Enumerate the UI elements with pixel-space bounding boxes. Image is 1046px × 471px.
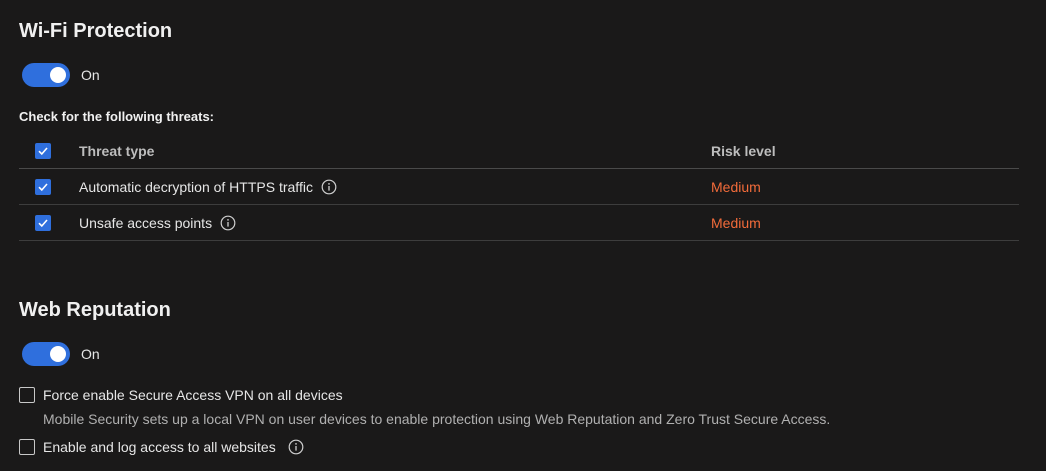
check-icon: [38, 182, 48, 191]
threat-type-cell: Unsafe access points: [79, 215, 236, 231]
column-header-risk-level[interactable]: Risk level: [711, 143, 776, 159]
toggle-knob: [50, 346, 66, 362]
table-header: Threat type Risk level: [19, 134, 1019, 169]
check-icon: [38, 218, 48, 227]
option-row-force-vpn: Force enable Secure Access VPN on all de…: [19, 387, 343, 403]
wifi-toggle-label: On: [81, 67, 100, 83]
toggle-knob: [50, 67, 66, 83]
force-vpn-description: Mobile Security sets up a local VPN on u…: [43, 411, 831, 427]
web-toggle-label: On: [81, 346, 100, 362]
option-row-log-access: Enable and log access to all websites: [19, 439, 304, 455]
table-row: Automatic decryption of HTTPS traffic Me…: [19, 169, 1019, 205]
wifi-protection-toggle[interactable]: [22, 63, 70, 87]
threat-checkbox-https[interactable]: [35, 178, 51, 195]
web-reputation-title: Web Reputation: [19, 299, 171, 321]
info-icon[interactable]: [220, 215, 236, 231]
column-header-threat-type[interactable]: Threat type: [79, 143, 154, 159]
threats-subheading: Check for the following threats:: [19, 109, 215, 124]
wifi-toggle-row: On: [22, 63, 100, 87]
force-vpn-label[interactable]: Force enable Secure Access VPN on all de…: [43, 387, 343, 403]
web-toggle-row: On: [22, 342, 100, 366]
web-reputation-toggle[interactable]: [22, 342, 70, 366]
table-row: Unsafe access points Medium: [19, 205, 1019, 241]
threats-table: Threat type Risk level Automatic decrypt…: [19, 134, 1019, 241]
threat-type-cell: Automatic decryption of HTTPS traffic: [79, 179, 337, 195]
select-all-checkbox[interactable]: [35, 143, 51, 159]
risk-level-https: Medium: [711, 178, 761, 195]
threat-name-unsafe-ap: Unsafe access points: [79, 214, 213, 231]
wifi-protection-title: Wi-Fi Protection: [19, 20, 173, 42]
log-access-checkbox[interactable]: [19, 439, 35, 455]
threat-name-https: Automatic decryption of HTTPS traffic: [79, 178, 313, 195]
log-access-label[interactable]: Enable and log access to all websites: [43, 439, 276, 455]
check-icon: [38, 147, 48, 156]
risk-level-unsafe-ap: Medium: [711, 214, 761, 231]
info-icon[interactable]: [321, 179, 337, 195]
info-icon[interactable]: [288, 439, 304, 455]
threat-checkbox-unsafe-ap[interactable]: [35, 214, 51, 231]
force-vpn-checkbox[interactable]: [19, 387, 35, 403]
